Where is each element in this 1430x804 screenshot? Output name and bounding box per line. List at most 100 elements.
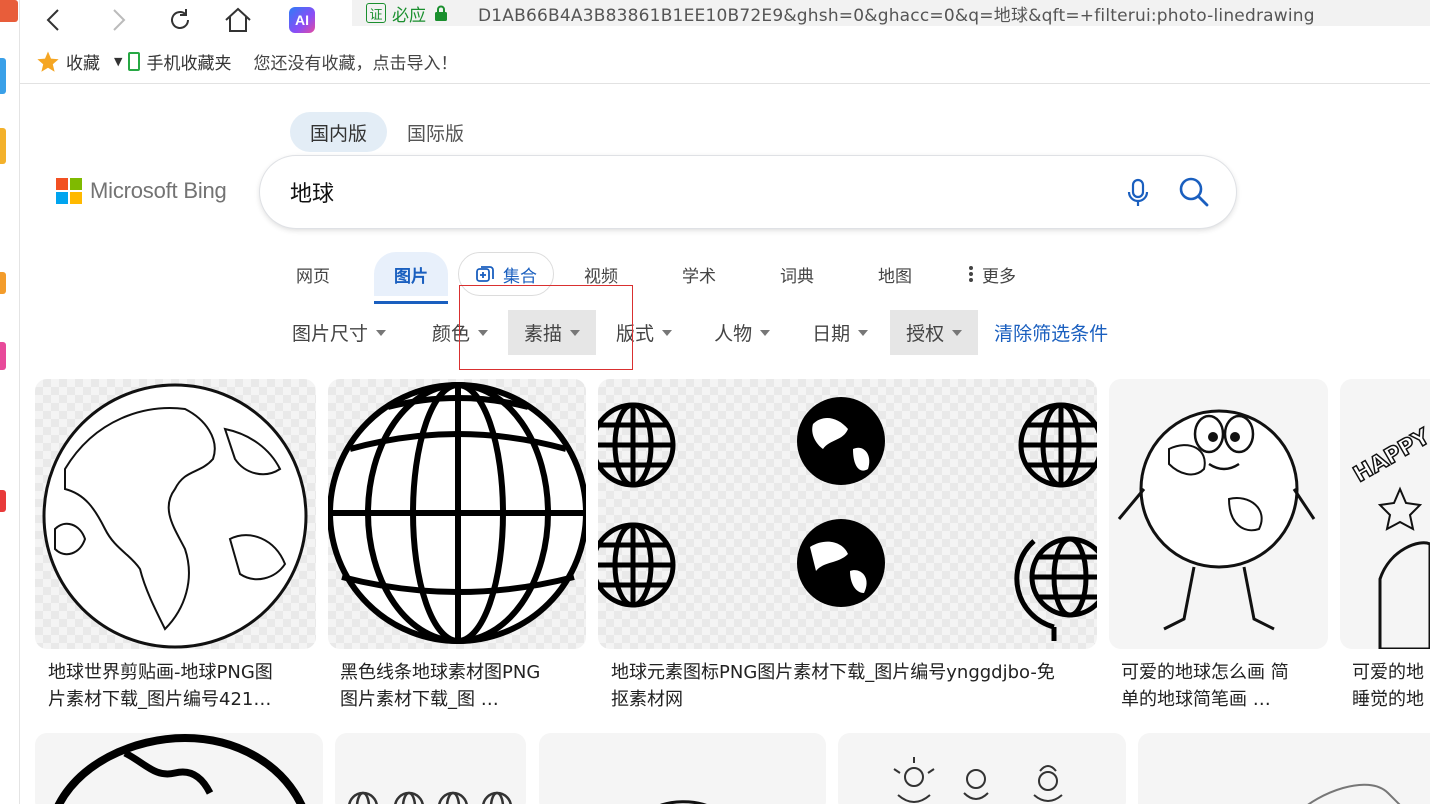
caption-line: 可爱的地球怎么画 简 [1121,662,1289,683]
earth-bold-outline-image [54,733,306,804]
filter-size[interactable]: 图片尺寸 [276,310,402,355]
bing-logo[interactable]: Microsoft Bing [56,178,227,204]
reload-button[interactable] [160,0,200,40]
caret-down-icon [570,329,581,336]
star-icon [37,51,59,72]
filter-size-label: 图片尺寸 [292,323,369,345]
tab-collections[interactable]: 集合 [458,252,554,296]
image-result-4-caption[interactable]: 可爱的地球怎么画 简 单的地球简笔画 … [1121,659,1321,715]
image-result-7[interactable] [335,733,526,804]
tab-dictionary[interactable]: 词典 [760,252,834,296]
tab-maps[interactable]: 地图 [858,252,932,296]
filter-license[interactable]: 授权 [890,310,979,355]
caret-down-icon [376,329,387,336]
image-result-10[interactable] [1138,733,1430,804]
caption-line: 可爱的地 [1352,662,1424,683]
image-result-4[interactable] [1109,379,1328,649]
url-text: D1AB66B4A3B83861B1EE10B72E9&ghsh=0&ghacc… [478,5,1315,26]
certificate-icon: 证 [366,3,386,23]
phone-icon [128,52,141,71]
chevron-right-icon [113,9,126,31]
side-tab-orange[interactable] [0,272,6,294]
caption-line: 图片素材下载_图 … [340,689,499,710]
caption-line: 地球元素图标PNG图片素材下载_图片编号ynggdjbo-免 [611,662,1055,683]
tab-images[interactable]: 图片 [374,252,448,304]
filter-layout-label: 版式 [616,323,655,345]
tab-videos[interactable]: 视频 [564,252,638,296]
image-result-3-caption[interactable]: 地球元素图标PNG图片素材下载_图片编号ynggdjbo-免 抠素材网 [611,659,1091,715]
filter-date[interactable]: 日期 [796,310,884,355]
filter-color[interactable]: 颜色 [416,310,504,355]
eco-icons-image [893,757,1063,803]
lock-icon [435,5,447,21]
image-result-9[interactable] [838,733,1126,804]
region-tabs: 国内版 国际版 [290,112,484,152]
tab-more[interactable]: 更多 [956,252,1028,296]
more-vertical-icon [969,266,973,282]
filter-color-label: 颜色 [432,323,471,345]
scope-tabs: 网页 图片 集合 视频 学术 词典 地图 更多 [276,248,1028,304]
bookmark-favorites[interactable]: 收藏 [36,49,100,74]
side-tab-red[interactable] [0,0,18,22]
caption-line: 黑色线条地球素材图PNG [340,662,541,683]
filter-layout[interactable]: 版式 [600,310,688,355]
filter-license-label: 授权 [906,323,945,345]
tab-academic[interactable]: 学术 [662,252,736,296]
clear-filters-link[interactable]: 清除筛选条件 [994,319,1108,346]
image-result-5-caption[interactable]: 可爱的地 睡觉的地 [1352,659,1430,715]
side-tab-red2[interactable] [0,490,6,512]
filter-bar: 图片尺寸 颜色 素描 版式 人物 日期 授权 清除筛选条件 [276,310,1108,355]
back-button[interactable] [34,0,74,40]
filter-people[interactable]: 人物 [698,310,786,355]
bookmark-mobile[interactable]: 手机收藏夹 [128,49,231,74]
globe-icons-set-image [598,397,1097,641]
image-result-8[interactable] [539,733,826,804]
cartoon-text: HAPPY E [1350,413,1430,488]
microphone-icon[interactable] [1126,178,1150,208]
ai-assistant-button[interactable]: AI [282,0,322,40]
tab-web[interactable]: 网页 [276,252,350,296]
image-result-1-caption[interactable]: 地球世界剪贴画-地球PNG图 片素材下载_图片编号421… [48,659,310,715]
bookmark-import-hint[interactable]: 您还没有收藏，点击导入！ [253,49,457,74]
image-result-5[interactable]: HAPPY E [1340,379,1430,649]
browser-toolbar: AI 证 必应 D1AB66B4A3B83861B1EE10B72E9&ghsh… [20,0,1430,40]
caret-down-icon [858,329,869,336]
image-result-3[interactable] [598,379,1097,649]
tab-more-label: 更多 [982,266,1016,287]
forward-button[interactable] [98,0,138,40]
filter-type[interactable]: 素描 [508,310,597,355]
caption-line: 抠素材网 [611,689,683,710]
bookmark-mobile-label: 手机收藏夹 [146,54,232,74]
bookmark-favorites-label: 收藏 [66,54,100,74]
image-result-2[interactable] [328,379,586,649]
bing-logo-text: Microsoft Bing [90,178,227,203]
tab-collections-label: 集合 [503,266,537,287]
address-bar[interactable]: 证 必应 D1AB66B4A3B83861B1EE10B72E9&ghsh=0&… [352,0,1430,26]
filter-date-label: 日期 [812,323,851,345]
caret-down-icon [760,329,771,336]
collections-icon [476,266,494,282]
caret-down-icon [662,329,673,336]
side-tab-yellow[interactable] [0,128,6,164]
side-tab-blue[interactable] [0,58,6,94]
wireframe-globe-image [328,382,586,644]
home-button[interactable] [218,0,258,40]
search-input[interactable] [290,179,1090,205]
site-identity: 必应 [392,5,426,26]
happy-earth-cartoon-image: HAPPY E [1349,412,1430,649]
favorites-dropdown-icon[interactable]: ▼ [114,55,122,68]
image-result-1[interactable] [35,379,316,649]
image-result-2-caption[interactable]: 黑色线条地球素材图PNG 图片素材下载_图 … [340,659,580,715]
region-tab-international[interactable]: 国际版 [387,112,484,152]
side-tab-pink[interactable] [0,342,6,370]
search-box [260,156,1236,228]
image-result-6[interactable] [35,733,323,804]
region-tab-domestic[interactable]: 国内版 [290,112,388,152]
browser-side-strip [0,0,20,804]
cartoon-earth-image [1117,409,1316,631]
search-icon[interactable] [1178,176,1210,208]
chevron-left-icon [46,9,59,31]
filter-people-label: 人物 [714,323,753,345]
line-sketch-image [1307,783,1401,804]
caption-line: 单的地球简笔画 … [1121,689,1271,710]
